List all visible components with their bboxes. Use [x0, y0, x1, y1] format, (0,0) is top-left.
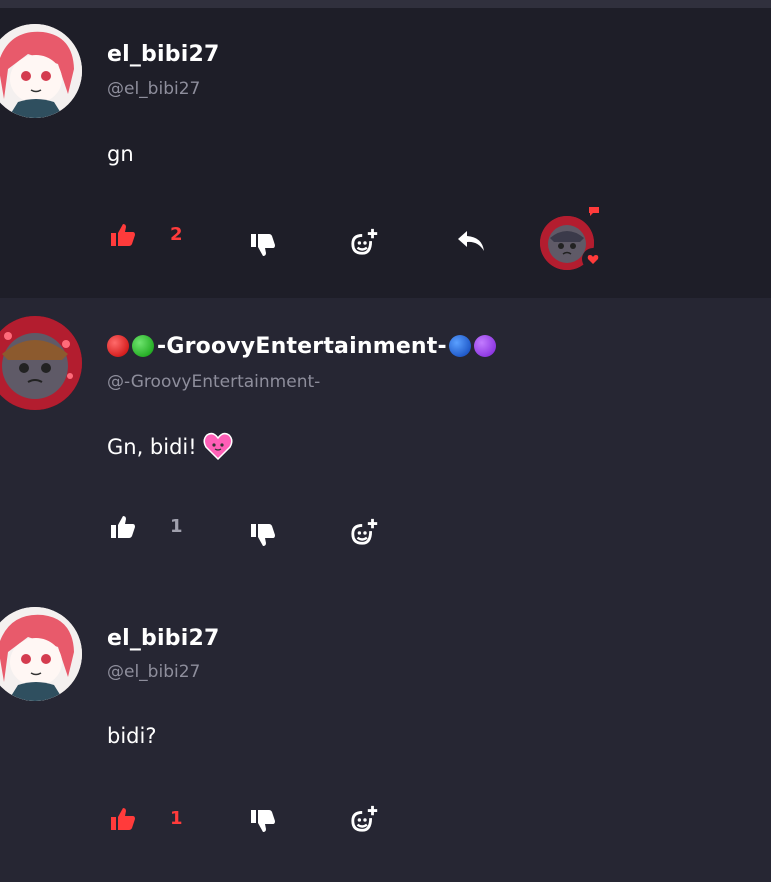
add-emoji-icon — [351, 228, 378, 255]
like-count: 1 — [170, 516, 183, 537]
like-button[interactable] — [108, 512, 138, 542]
comment-text-row: Gn, bidi! — [107, 432, 233, 465]
red-circle-icon — [107, 335, 129, 357]
thumbs-up-icon — [111, 224, 135, 246]
add-reaction-button[interactable] — [350, 804, 380, 834]
top-divider — [0, 0, 771, 8]
comment-text: bidi? — [107, 724, 157, 748]
avatar[interactable] — [0, 24, 82, 118]
comment-text: gn — [107, 142, 134, 166]
comment-item: -GroovyEntertainment- @-GroovyEntertainm… — [0, 298, 771, 588]
username[interactable]: el_bibi27 — [107, 42, 219, 67]
thumbs-up-icon — [111, 516, 135, 538]
avatar[interactable] — [0, 316, 82, 410]
speech-bubble-icon — [589, 206, 599, 216]
avatar-image — [0, 607, 82, 701]
thumbs-down-icon — [251, 234, 275, 256]
pink-heart-face-icon — [203, 432, 233, 465]
reply-button[interactable] — [456, 226, 486, 256]
comment-item: el_bibi27 @el_bibi27 gn 2 — [0, 8, 771, 298]
dislike-button[interactable] — [248, 520, 278, 550]
dislike-button[interactable] — [248, 806, 278, 836]
heart-badge — [582, 248, 604, 270]
comment-item: el_bibi27 @el_bibi27 bidi? 1 — [0, 588, 771, 882]
user-handle[interactable]: @el_bibi27 — [107, 79, 200, 99]
blue-circle-icon — [448, 335, 471, 357]
comment-badge — [583, 200, 605, 222]
avatar-image — [0, 24, 82, 118]
user-handle[interactable]: @el_bibi27 — [107, 662, 200, 682]
like-button[interactable] — [108, 804, 138, 834]
like-count: 2 — [170, 224, 183, 245]
thumbs-up-icon — [111, 808, 135, 830]
comment-text: Gn, bidi! — [107, 435, 197, 459]
avatar-image — [0, 316, 82, 410]
avatar[interactable] — [0, 607, 82, 701]
add-emoji-icon — [351, 805, 378, 832]
add-reaction-button[interactable] — [350, 227, 380, 257]
thumbs-down-icon — [251, 524, 275, 546]
like-button[interactable] — [108, 220, 138, 250]
add-emoji-icon — [351, 518, 378, 545]
username[interactable]: el_bibi27 — [107, 626, 219, 651]
add-reaction-button[interactable] — [350, 517, 380, 547]
heart-icon — [587, 254, 599, 264]
username: -GroovyEntertainment- — [157, 334, 447, 359]
green-circle-icon — [132, 335, 154, 357]
username-row[interactable]: -GroovyEntertainment- — [107, 334, 499, 359]
reply-icon — [458, 231, 484, 251]
user-handle[interactable]: @-GroovyEntertainment- — [107, 372, 320, 392]
like-count: 1 — [170, 808, 183, 829]
dislike-button[interactable] — [248, 230, 278, 260]
purple-circle-icon — [473, 335, 496, 357]
thumbs-down-icon — [251, 810, 275, 832]
